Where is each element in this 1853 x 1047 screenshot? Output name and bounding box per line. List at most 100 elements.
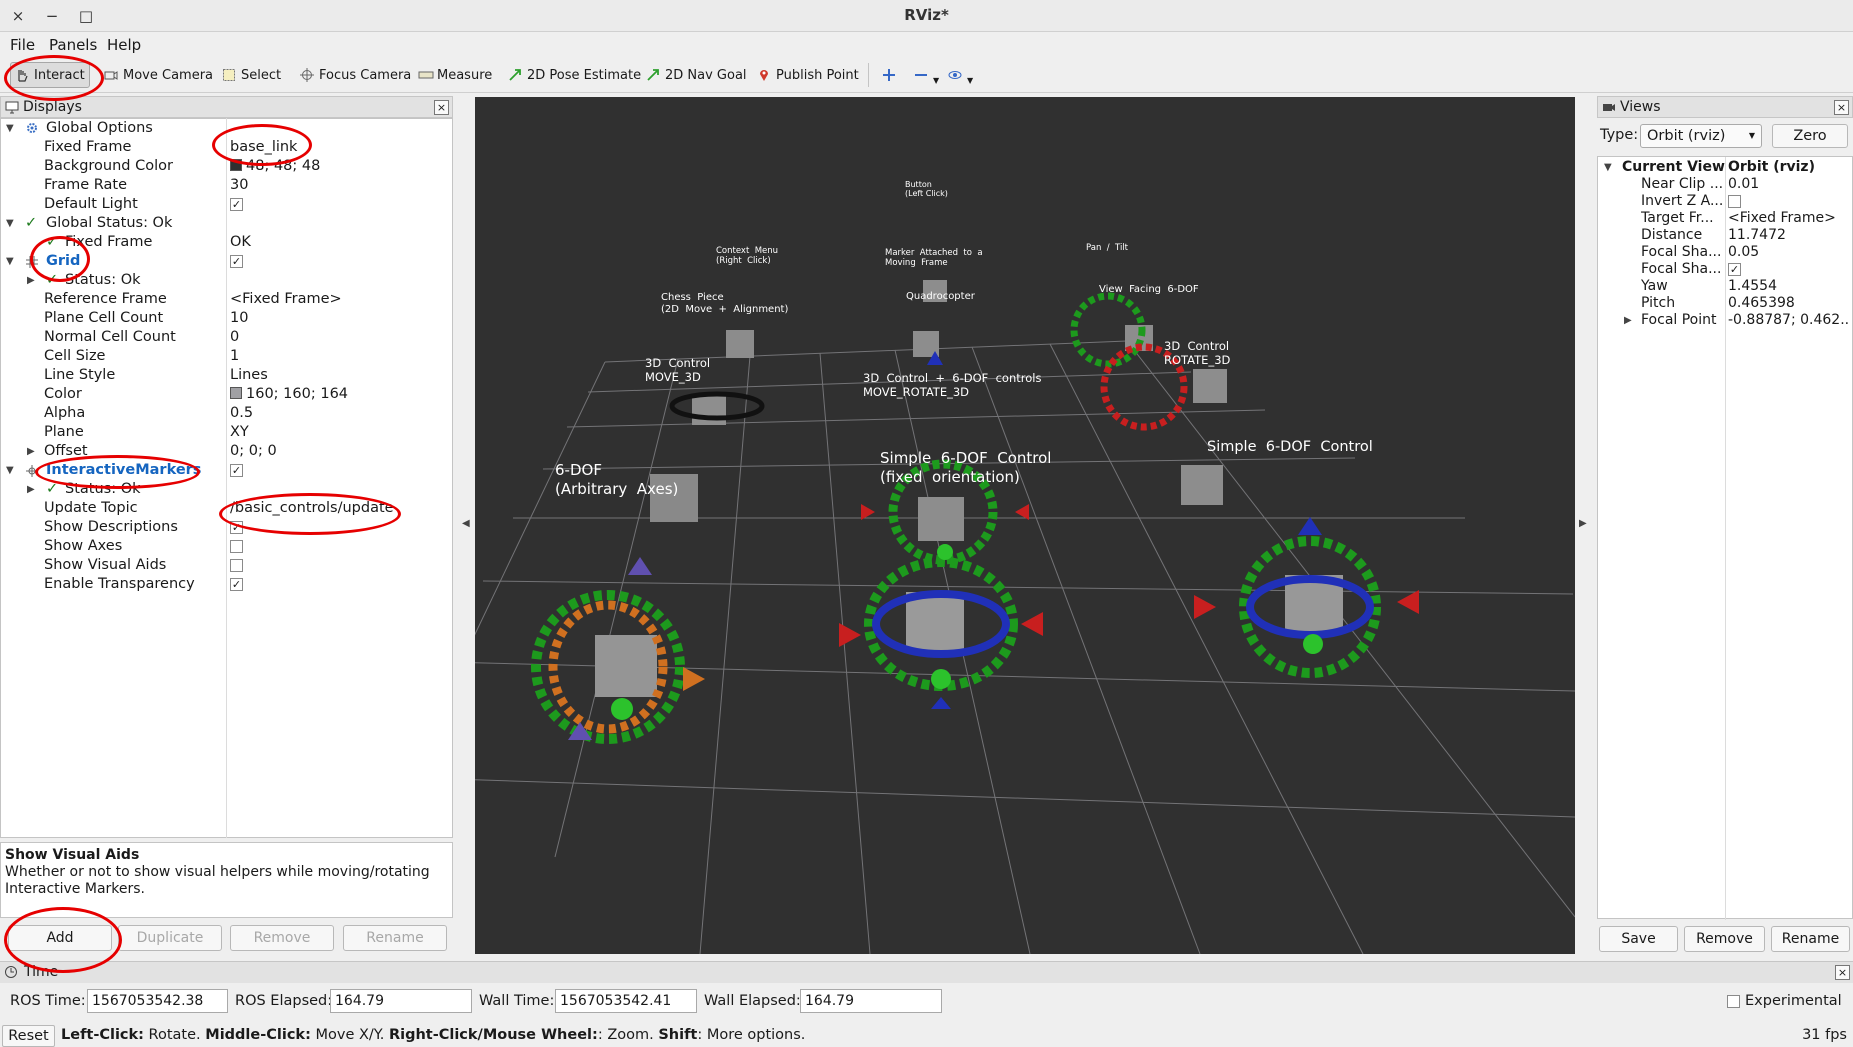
render-viewport[interactable]: Button (Left Click) Context Menu (Right … <box>475 97 1575 954</box>
invert-z-checkbox[interactable] <box>1728 195 1741 208</box>
show-visual-aids-checkbox[interactable] <box>230 559 243 572</box>
offset-value[interactable]: 0; 0; 0 <box>230 442 277 461</box>
duplicate-display-button[interactable]: Duplicate <box>118 925 222 951</box>
update-topic-label: Update Topic <box>44 500 138 516</box>
yaw-value[interactable]: 1.4554 <box>1728 278 1850 295</box>
rename-view-button[interactable]: Rename <box>1771 926 1850 952</box>
collapsed-arrow-icon[interactable]: ▶ <box>27 442 35 461</box>
ros-time-field[interactable]: 1567053542.38 <box>87 989 228 1013</box>
measure-tool-button[interactable]: Measure <box>414 62 496 88</box>
green-arrow-icon <box>646 68 660 82</box>
near-clip-value[interactable]: 0.01 <box>1728 176 1850 193</box>
line-style-value[interactable]: Lines <box>230 366 268 385</box>
tree-row-distance[interactable]: Distance 11.7472 <box>1598 227 1852 244</box>
remove-display-button[interactable]: Remove <box>230 925 334 951</box>
menu-panels[interactable]: Panels <box>49 36 97 54</box>
show-axes-checkbox[interactable] <box>230 540 243 553</box>
eye-icon <box>948 68 962 82</box>
save-view-button[interactable]: Save <box>1599 926 1678 952</box>
collapsed-arrow-icon[interactable]: ▶ <box>1624 312 1632 329</box>
view-type-label: Type: <box>1600 127 1639 143</box>
enable-transparency-checkbox[interactable]: ✓ <box>230 578 243 591</box>
line-style-label: Line Style <box>44 367 116 383</box>
view-type-select[interactable]: Orbit (rviz) ▼ <box>1640 124 1762 148</box>
collapse-right-arrow-icon[interactable]: ▶ <box>1579 518 1587 529</box>
add-tool-button[interactable] <box>878 62 900 88</box>
tree-row-target-frame[interactable]: Target Fr... <Fixed Frame> <box>1598 210 1852 227</box>
tree-row-current-view[interactable]: ▼ Current View Orbit (rviz) <box>1598 159 1852 176</box>
grid-enabled-checkbox[interactable]: ✓ <box>230 255 243 268</box>
experimental-checkbox[interactable] <box>1727 995 1740 1008</box>
status-bar: Reset Left-Click: Rotate. Middle-Click: … <box>0 1024 1853 1047</box>
publish-point-tool-label: Publish Point <box>776 67 859 83</box>
title-bar: × − □ RViz* <box>0 0 1853 32</box>
menu-help[interactable]: Help <box>107 36 141 54</box>
tree-row-invert-z[interactable]: Invert Z A... <box>1598 193 1852 210</box>
tree-row-near-clip[interactable]: Near Clip ... 0.01 <box>1598 176 1852 193</box>
reset-button[interactable]: Reset <box>2 1025 55 1047</box>
tree-row-pitch[interactable]: Pitch 0.465398 <box>1598 295 1852 312</box>
pitch-value[interactable]: 0.465398 <box>1728 295 1850 312</box>
collapsed-arrow-icon[interactable]: ▶ <box>27 480 35 499</box>
focal-shape-fixed-checkbox[interactable]: ✓ <box>1728 263 1741 276</box>
gs-fixed-frame-label: Fixed Frame <box>65 234 153 250</box>
tree-row-focal-shape-size[interactable]: Focal Sha... 0.05 <box>1598 244 1852 261</box>
focus-camera-tool-button[interactable]: Focus Camera <box>296 62 415 88</box>
close-panel-icon[interactable]: × <box>434 100 449 115</box>
label-3d-6dof: 3D Control + 6-DOF controls MOVE_ROTATE_… <box>863 371 1042 399</box>
nav-goal-tool-button[interactable]: 2D Nav Goal <box>642 62 751 88</box>
add-display-button[interactable]: Add <box>8 925 112 951</box>
zero-button[interactable]: Zero <box>1772 124 1848 148</box>
expand-arrow-icon[interactable]: ▼ <box>6 461 14 480</box>
background-color-field[interactable]: 48; 48; 48 <box>230 157 320 176</box>
distance-value[interactable]: 11.7472 <box>1728 227 1850 244</box>
interactive-markers-checkbox[interactable]: ✓ <box>230 464 243 477</box>
collapse-left-arrow-icon[interactable]: ◀ <box>462 518 470 529</box>
select-tool-button[interactable]: Select <box>218 62 285 88</box>
cell-size-value[interactable]: 1 <box>230 347 239 366</box>
wall-time-field[interactable]: 1567053542.41 <box>555 989 697 1013</box>
collapsed-arrow-icon[interactable]: ▶ <box>27 271 35 290</box>
normal-cell-count-value[interactable]: 0 <box>230 328 239 347</box>
plane-value[interactable]: XY <box>230 423 249 442</box>
default-light-checkbox[interactable]: ✓ <box>230 198 243 211</box>
tree-row-yaw[interactable]: Yaw 1.4554 <box>1598 278 1852 295</box>
expand-arrow-icon[interactable]: ▼ <box>1604 159 1612 176</box>
remove-view-button[interactable]: Remove <box>1684 926 1765 952</box>
fixed-frame-value[interactable]: base_link <box>230 138 297 157</box>
close-panel-icon[interactable]: × <box>1835 965 1850 980</box>
menu-file[interactable]: File <box>10 36 35 54</box>
publish-point-tool-button[interactable]: Publish Point <box>753 62 863 88</box>
remove-tool-button[interactable]: ▼ <box>910 62 943 88</box>
plane-cell-count-value[interactable]: 10 <box>230 309 248 328</box>
show-descriptions-checkbox[interactable]: ✓ <box>230 521 243 534</box>
tool-properties-button[interactable]: ▼ <box>944 62 977 88</box>
label-3d-rotate: 3D Control ROTATE_3D <box>1164 339 1231 367</box>
expand-arrow-icon[interactable]: ▼ <box>6 252 14 271</box>
frame-rate-value[interactable]: 30 <box>230 176 248 195</box>
pose-estimate-tool-button[interactable]: 2D Pose Estimate <box>504 62 645 88</box>
column-divider[interactable] <box>226 118 227 838</box>
reference-frame-value[interactable]: <Fixed Frame> <box>230 290 342 309</box>
minus-icon <box>914 68 928 82</box>
move-camera-tool-button[interactable]: Move Camera <box>100 62 217 88</box>
monitor-icon <box>5 100 19 118</box>
grid-color-field[interactable]: 160; 160; 164 <box>230 385 348 404</box>
expand-arrow-icon[interactable]: ▼ <box>6 214 14 233</box>
target-frame-value[interactable]: <Fixed Frame> <box>1728 210 1850 227</box>
fps-counter: 31 fps <box>1802 1027 1847 1043</box>
tree-row-focal-shape-fixed[interactable]: Focal Sha... ✓ <box>1598 261 1852 278</box>
rename-display-button[interactable]: Rename <box>343 925 447 951</box>
ros-elapsed-field[interactable]: 164.79 <box>330 989 472 1013</box>
update-topic-value[interactable]: /basic_controls/update <box>230 499 394 518</box>
views-tree[interactable]: ▼ Current View Orbit (rviz) Near Clip ..… <box>1597 156 1853 920</box>
focal-point-value[interactable]: -0.88787; 0.462... <box>1728 312 1850 329</box>
close-panel-icon[interactable]: × <box>1834 100 1849 115</box>
expand-arrow-icon[interactable]: ▼ <box>6 119 14 138</box>
interact-tool-button[interactable]: Interact <box>10 62 90 88</box>
wall-elapsed-field[interactable]: 164.79 <box>800 989 942 1013</box>
focal-shape-size-value[interactable]: 0.05 <box>1728 244 1850 261</box>
alpha-value[interactable]: 0.5 <box>230 404 253 423</box>
tree-row-focal-point[interactable]: ▶ Focal Point -0.88787; 0.462... <box>1598 312 1852 329</box>
views-panel-header: Views × <box>1597 96 1853 118</box>
